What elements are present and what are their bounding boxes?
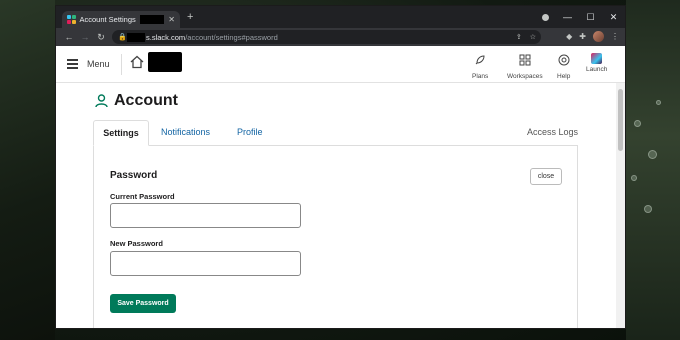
password-heading: Password — [110, 170, 158, 181]
browser-window: Account Settings ✕ + — ☐ ✕ ← → ↻ 🔒 s.sla… — [55, 5, 626, 329]
account-tabs: Settings Notifications Profile Access Lo… — [93, 120, 578, 146]
slack-favicon-icon — [67, 15, 76, 24]
share-icon[interactable]: ⇪ — [516, 33, 522, 41]
window-close-icon[interactable]: ✕ — [602, 12, 625, 23]
forward-icon[interactable]: → — [77, 32, 93, 42]
water-drop — [648, 150, 657, 159]
access-logs-link[interactable]: Access Logs — [527, 120, 578, 146]
url-path: /account/settings#password — [185, 32, 278, 42]
home-icon[interactable] — [130, 55, 144, 69]
app-header: Menu Plans Workspaces Help Launch — [56, 46, 625, 83]
tab-settings[interactable]: Settings — [93, 120, 149, 146]
url-host: s.slack.com — [146, 32, 186, 42]
desktop-background-left — [0, 0, 55, 340]
extensions-puzzle-icon[interactable]: ✚ — [579, 32, 586, 41]
main-content: Account Settings Notifications Profile A… — [56, 83, 625, 328]
help-button[interactable]: Help — [557, 53, 570, 80]
bookmark-star-icon[interactable]: ☆ — [530, 33, 536, 41]
profile-avatar[interactable] — [593, 31, 604, 42]
water-drop — [644, 205, 652, 213]
lifebuoy-icon — [558, 54, 570, 66]
divider — [121, 54, 122, 75]
workspace-name-redacted — [148, 52, 182, 72]
browser-tab-bar: Account Settings ✕ + — ☐ ✕ — [56, 6, 625, 28]
help-label: Help — [557, 73, 571, 80]
water-drop — [634, 120, 641, 127]
current-password-label: Current Password — [110, 192, 175, 201]
rocket-icon — [475, 55, 485, 65]
redacted-region — [139, 15, 165, 24]
page-title: Account — [95, 92, 178, 110]
extension-tag-icon[interactable]: ◆ — [566, 32, 572, 41]
browser-tab[interactable]: Account Settings ✕ — [62, 11, 180, 28]
save-password-button[interactable]: Save Password — [110, 294, 176, 313]
page-title-text: Account — [114, 92, 178, 109]
tab-close-icon[interactable]: ✕ — [168, 15, 175, 24]
desktop-background-right — [626, 0, 680, 340]
close-button[interactable]: close — [530, 168, 562, 185]
browser-tab-title: Account Settings — [79, 15, 136, 24]
slack-logo-icon — [591, 53, 603, 64]
water-drop — [656, 100, 661, 105]
plans-button[interactable]: Plans — [472, 53, 488, 80]
browser-menu-icon[interactable]: ⋮ — [611, 32, 619, 41]
user-icon — [95, 94, 108, 108]
page-scrollbar[interactable] — [616, 83, 625, 328]
workspaces-label: Workspaces — [507, 73, 543, 80]
extensions-area: ◆ ✚ ⋮ — [566, 31, 619, 42]
minimize-icon[interactable]: — — [556, 12, 579, 22]
media-control-icon[interactable] — [542, 14, 549, 21]
tab-profile[interactable]: Profile — [237, 120, 263, 146]
url-input[interactable]: 🔒 s.slack.com /account/settings#password… — [112, 30, 541, 44]
back-icon[interactable]: ← — [61, 32, 77, 42]
password-panel: Password close Current Password New Pass… — [93, 145, 578, 328]
new-password-label: New Password — [110, 239, 163, 248]
redacted-region — [127, 32, 145, 42]
current-password-input[interactable] — [110, 203, 301, 228]
water-drop — [631, 175, 637, 181]
window-controls: — ☐ ✕ — [556, 6, 625, 28]
launch-label: Launch — [586, 66, 608, 73]
new-tab-icon[interactable]: + — [187, 11, 193, 23]
grid-icon — [519, 54, 531, 66]
tab-notifications[interactable]: Notifications — [161, 120, 210, 146]
address-bar: ← → ↻ 🔒 s.slack.com /account/settings#pa… — [56, 28, 625, 46]
scrollbar-thumb[interactable] — [618, 89, 623, 151]
new-password-input[interactable] — [110, 251, 301, 276]
maximize-icon[interactable]: ☐ — [579, 12, 602, 23]
workspaces-button[interactable]: Workspaces — [507, 53, 543, 80]
plans-label: Plans — [472, 73, 489, 80]
launch-button[interactable]: Launch — [586, 53, 607, 73]
reload-icon[interactable]: ↻ — [93, 32, 109, 43]
menu-label[interactable]: Menu — [87, 59, 110, 69]
hamburger-menu-icon[interactable] — [67, 59, 78, 71]
lock-icon: 🔒 — [118, 34, 127, 41]
